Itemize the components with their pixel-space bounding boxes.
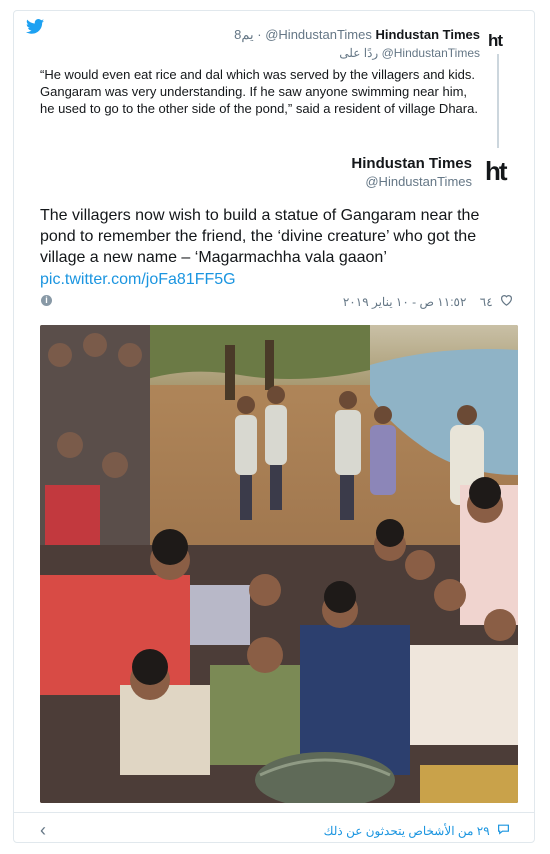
reply-prefix: ردًا على [339, 46, 379, 60]
tweet-author-name[interactable]: Hindustan Times [351, 155, 472, 172]
thread-connector [497, 54, 499, 148]
tweet-meta: ٦٤ ١١:٥٢ ص - ١٠ يناير ٢٠١٩ [343, 294, 513, 309]
quoted-handle[interactable]: @HindustanTimes [265, 27, 372, 42]
quoted-time[interactable]: 8يم · [234, 27, 261, 42]
info-icon[interactable]: i [41, 295, 52, 306]
tweet-media-link[interactable]: pic.twitter.com/joFa81FF5G [40, 271, 236, 289]
footer-divider [14, 812, 534, 813]
quoted-avatar[interactable]: ht [488, 31, 503, 51]
like-count[interactable]: ٦٤ [480, 295, 493, 309]
quoted-name[interactable]: Hindustan Times [375, 27, 480, 42]
people-talking-link[interactable]: ٢٩ من الأشخاص يتحدثون عن ذلك [324, 823, 510, 838]
tweet-text: The villagers now wish to build a statue… [40, 207, 480, 266]
reply-to-line: ردًا على @HindustanTimes [339, 46, 480, 60]
quoted-text: “He would even eat rice and dal which wa… [40, 67, 478, 116]
quoted-header: 8يم · @HindustanTimes Hindustan Times [234, 27, 480, 43]
reply-handle[interactable]: @HindustanTimes [382, 46, 480, 60]
tweet-photo[interactable] [40, 325, 518, 803]
tweet-datetime[interactable]: ١١:٥٢ ص - ١٠ يناير ٢٠١٩ [343, 295, 467, 309]
chevron-left-icon[interactable]: ‹ [40, 820, 46, 841]
heart-icon[interactable] [500, 294, 513, 306]
comment-bubble-icon [498, 824, 509, 835]
tweet-author-handle[interactable]: @HindustanTimes [365, 174, 472, 189]
tweet-avatar[interactable]: ht [485, 156, 508, 187]
twitter-bird-icon[interactable] [26, 19, 44, 34]
people-talking-text[interactable]: ٢٩ من الأشخاص يتحدثون عن ذلك [324, 824, 490, 838]
